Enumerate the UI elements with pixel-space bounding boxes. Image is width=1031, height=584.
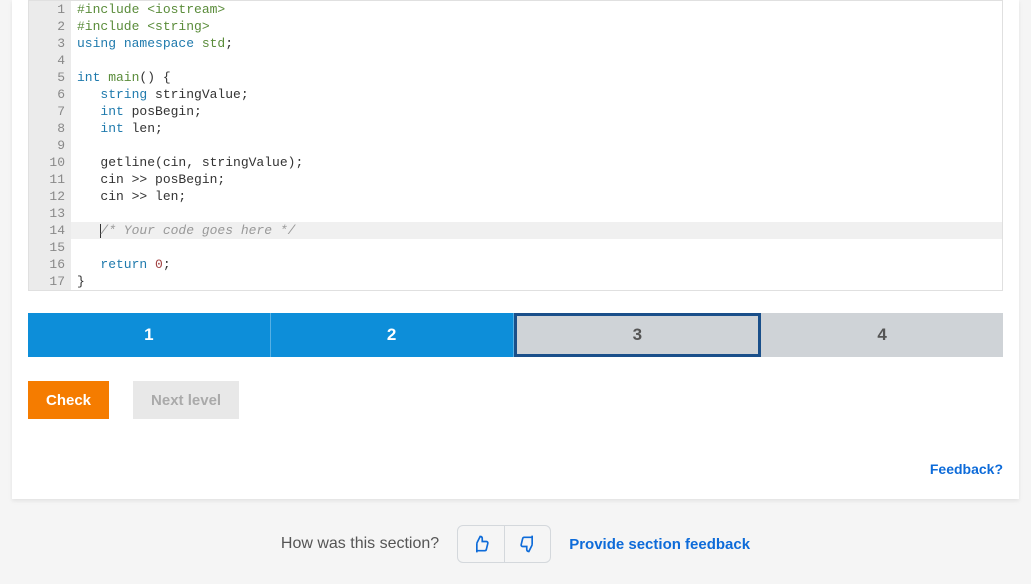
code-line: 8 int len;	[29, 120, 1002, 137]
code-line: 7 int posBegin;	[29, 103, 1002, 120]
line-number: 3	[29, 35, 71, 52]
line-number: 5	[29, 69, 71, 86]
line-number: 4	[29, 52, 71, 69]
code-text	[71, 205, 1002, 222]
code-line: 13	[29, 205, 1002, 222]
level-tabs: 1 2 3 4	[28, 313, 1003, 357]
line-number: 13	[29, 205, 71, 222]
next-level-button: Next level	[133, 381, 239, 419]
code-text	[71, 239, 1002, 256]
code-text: int posBegin;	[71, 103, 1002, 120]
line-number: 15	[29, 239, 71, 256]
code-line: 9	[29, 137, 1002, 154]
code-line: 5 int main() {	[29, 69, 1002, 86]
check-button[interactable]: Check	[28, 381, 109, 419]
section-feedback-bar: How was this section? Provide section fe…	[0, 525, 1031, 583]
line-number: 17	[29, 273, 71, 290]
code-text: cin >> posBegin;	[71, 171, 1002, 188]
code-line: 15	[29, 239, 1002, 256]
code-text: #include <iostream>	[71, 1, 1002, 18]
line-number: 14	[29, 222, 71, 239]
code-text: int main() {	[71, 69, 1002, 86]
action-buttons: Check Next level	[28, 381, 1003, 419]
level-tab-4[interactable]: 4	[761, 313, 1003, 357]
thumb-group	[457, 525, 551, 563]
thumbs-up-icon[interactable]	[458, 526, 504, 562]
code-line-active[interactable]: 14 /* Your code goes here */	[29, 222, 1002, 239]
code-text: #include <string>	[71, 18, 1002, 35]
line-number: 11	[29, 171, 71, 188]
code-line: 12 cin >> len;	[29, 188, 1002, 205]
level-tab-2[interactable]: 2	[271, 313, 514, 357]
level-tab-1[interactable]: 1	[28, 313, 271, 357]
thumbs-down-icon[interactable]	[504, 526, 550, 562]
feedback-link-wrap: Feedback?	[12, 461, 1003, 487]
code-text	[71, 52, 1002, 69]
code-text	[71, 137, 1002, 154]
code-text: int len;	[71, 120, 1002, 137]
code-line: 11 cin >> posBegin;	[29, 171, 1002, 188]
line-number: 16	[29, 256, 71, 273]
code-line: 3 using namespace std;	[29, 35, 1002, 52]
code-line: 6 string stringValue;	[29, 86, 1002, 103]
code-line: 4	[29, 52, 1002, 69]
line-number: 7	[29, 103, 71, 120]
line-number: 2	[29, 18, 71, 35]
line-number: 9	[29, 137, 71, 154]
code-line: 17 }	[29, 273, 1002, 290]
line-number: 12	[29, 188, 71, 205]
feedback-link[interactable]: Feedback?	[930, 461, 1003, 477]
provide-feedback-link[interactable]: Provide section feedback	[569, 536, 750, 553]
level-tab-3[interactable]: 3	[514, 313, 762, 357]
code-text: string stringValue;	[71, 86, 1002, 103]
code-text: getline(cin, stringValue);	[71, 154, 1002, 171]
code-line: 2 #include <string>	[29, 18, 1002, 35]
main-panel: 1 #include <iostream> 2 #include <string…	[12, 0, 1019, 499]
line-number: 1	[29, 1, 71, 18]
line-number: 10	[29, 154, 71, 171]
code-line: 10 getline(cin, stringValue);	[29, 154, 1002, 171]
section-feedback-prompt: How was this section?	[281, 535, 439, 553]
code-line: 16 return 0;	[29, 256, 1002, 273]
code-line: 1 #include <iostream>	[29, 1, 1002, 18]
code-text: }	[71, 273, 1002, 290]
code-text: return 0;	[71, 256, 1002, 273]
code-editor[interactable]: 1 #include <iostream> 2 #include <string…	[28, 0, 1003, 291]
code-text[interactable]: /* Your code goes here */	[71, 222, 1002, 239]
line-number: 8	[29, 120, 71, 137]
code-text: cin >> len;	[71, 188, 1002, 205]
line-number: 6	[29, 86, 71, 103]
code-text: using namespace std;	[71, 35, 1002, 52]
